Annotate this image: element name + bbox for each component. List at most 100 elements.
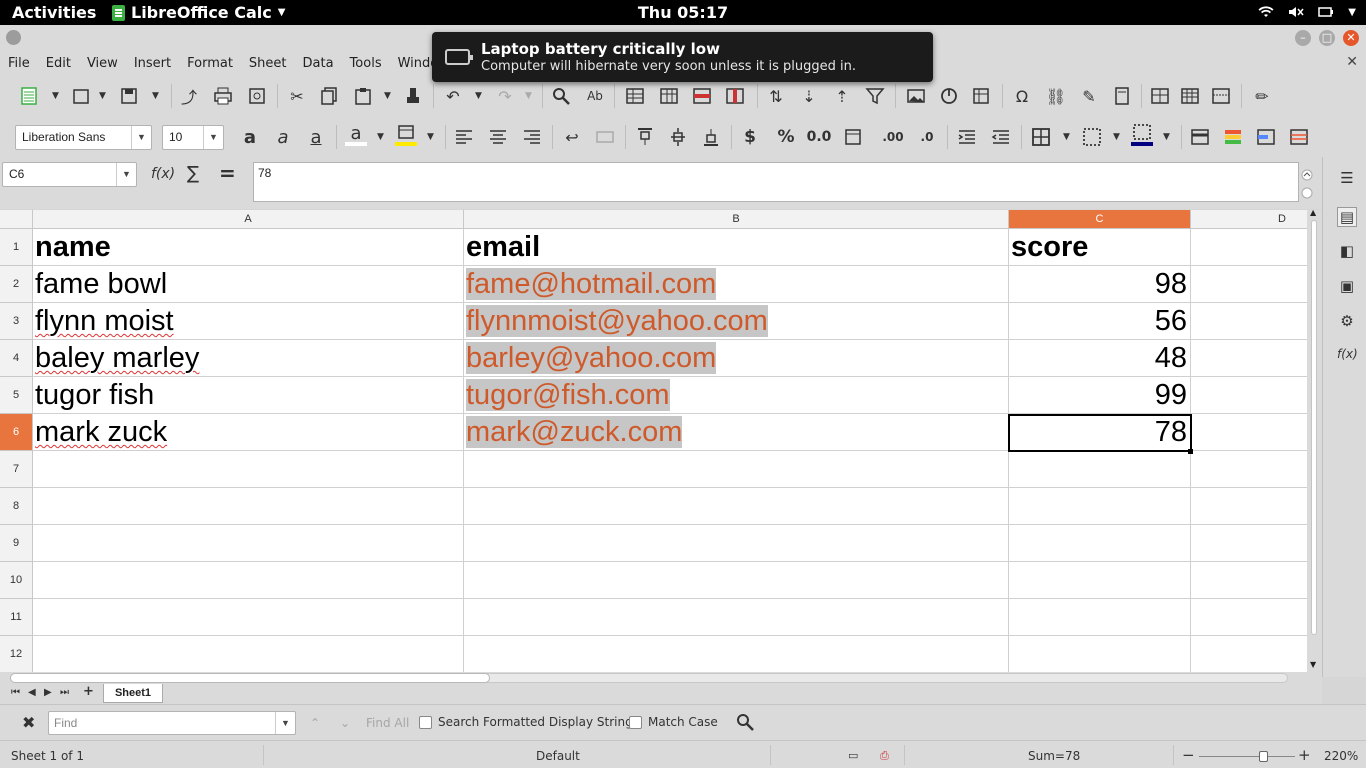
empty-cell[interactable] (1191, 636, 1307, 672)
cut-icon[interactable]: ✂ (286, 85, 308, 107)
align-left-icon[interactable] (453, 126, 475, 148)
chevron-down-icon[interactable]: ▼ (203, 126, 223, 149)
cell-b5[interactable]: tugor@fish.com (464, 377, 1009, 414)
cell-c6[interactable]: 78 (1009, 414, 1191, 451)
increase-indent-icon[interactable] (956, 126, 978, 148)
formula-icon[interactable]: = (219, 161, 236, 185)
row-icon[interactable] (624, 85, 646, 107)
paste-icon[interactable] (352, 85, 374, 107)
spreadsheet-grid[interactable]: A B C D 1 2 3 4 5 6 7 8 9 10 11 12 name … (0, 210, 1307, 672)
add-decimal-icon[interactable]: .00 (882, 126, 904, 148)
find-next-icon[interactable]: ⌄ (340, 716, 350, 730)
delete-row-icon[interactable] (691, 85, 713, 107)
next-sheet-icon[interactable]: ▶ (44, 687, 52, 698)
select-all-corner[interactable] (0, 210, 33, 229)
autofill-handle[interactable] (1188, 449, 1193, 454)
zoom-level[interactable]: 220% (1324, 749, 1358, 763)
cell-d3[interactable] (1191, 303, 1307, 340)
last-sheet-icon[interactable]: ⏭ (60, 687, 69, 698)
column-header-d[interactable]: D (1191, 210, 1307, 229)
delete-decimal-icon[interactable]: .0 (916, 126, 938, 148)
cell-c2[interactable]: 98 (1009, 266, 1191, 303)
delete-column-icon[interactable] (724, 85, 746, 107)
pivot-table-icon[interactable] (971, 85, 993, 107)
sheet-info[interactable]: Sheet 1 of 1 (11, 749, 84, 763)
empty-cell[interactable] (1009, 488, 1191, 525)
font-color-icon[interactable]: a (345, 123, 367, 146)
menu-tools[interactable]: Tools (350, 56, 382, 71)
highlight-color-icon[interactable] (395, 124, 417, 146)
cell-c1[interactable]: score (1009, 229, 1191, 266)
empty-cell[interactable] (464, 562, 1009, 599)
cell-c5[interactable]: 99 (1009, 377, 1191, 414)
empty-cell[interactable] (464, 599, 1009, 636)
row-header[interactable]: 2 (0, 266, 33, 303)
chevron-down-icon[interactable]: ▼ (1163, 132, 1170, 142)
icon-set-icon[interactable] (1288, 126, 1310, 148)
email-link[interactable]: fame@hotmail.com (466, 268, 717, 300)
empty-cell[interactable] (464, 636, 1009, 672)
functions-icon[interactable]: f(x) (1337, 347, 1358, 367)
empty-cell[interactable] (1191, 488, 1307, 525)
scroll-up-icon[interactable]: ▲ (1310, 208, 1316, 217)
row-header[interactable]: 9 (0, 525, 33, 562)
properties-icon[interactable]: ▤ (1337, 207, 1357, 227)
function-wizard-icon[interactable]: f(x) (151, 166, 175, 182)
spelling-icon[interactable]: Ab (584, 85, 606, 107)
horizontal-scrollbar[interactable] (4, 672, 1302, 684)
empty-cell[interactable] (464, 488, 1009, 525)
email-link[interactable]: flynnmoist@yahoo.com (466, 305, 768, 337)
chevron-down-icon[interactable]: ▼ (1063, 132, 1070, 142)
row-header[interactable]: 7 (0, 451, 33, 488)
window-menu-icon[interactable] (6, 30, 21, 45)
chevron-down-icon[interactable]: ▼ (1113, 132, 1120, 142)
styles-icon[interactable]: ◧ (1337, 242, 1357, 262)
sort-descending-icon[interactable]: ⇡ (831, 85, 853, 107)
date-format-icon[interactable] (842, 126, 864, 148)
underline-icon[interactable]: a (305, 126, 327, 148)
cell-d1[interactable] (1191, 229, 1307, 266)
scroll-down-icon[interactable]: ▼ (1310, 660, 1316, 669)
align-bottom-icon[interactable] (700, 126, 722, 148)
find-replace-icon[interactable] (550, 85, 572, 107)
row-header[interactable]: 6 (0, 414, 33, 451)
zoom-slider-knob[interactable] (1259, 751, 1268, 762)
cell-a3[interactable]: flynn moist (33, 303, 464, 340)
name-box[interactable]: C6 ▼ (2, 162, 137, 187)
battery-notification[interactable]: Laptop battery critically low Computer w… (432, 32, 933, 82)
cell-a6[interactable]: mark zuck (33, 414, 464, 451)
cell-b3[interactable]: flynnmoist@yahoo.com (464, 303, 1009, 340)
data-bar-icon[interactable] (1255, 126, 1277, 148)
zoom-slider[interactable] (1199, 756, 1295, 757)
chevron-down-icon[interactable]: ▼ (116, 163, 136, 186)
center-vertically-icon[interactable] (667, 126, 689, 148)
email-link[interactable]: tugor@fish.com (466, 379, 670, 411)
menu-sheet[interactable]: Sheet (249, 56, 287, 71)
menu-edit[interactable]: Edit (46, 56, 71, 71)
chevron-down-icon[interactable]: ▼ (152, 91, 159, 101)
export-pdf-icon[interactable]: ⤴ (178, 85, 200, 107)
currency-format-icon[interactable]: $ (739, 126, 761, 148)
empty-cell[interactable] (1009, 636, 1191, 672)
find-input[interactable]: Find ▼ (48, 711, 296, 735)
checkbox-box[interactable] (419, 715, 432, 729)
menu-format[interactable]: Format (187, 56, 233, 71)
row-header[interactable]: 5 (0, 377, 33, 414)
close-document-icon[interactable]: ✕ (1346, 54, 1358, 70)
page-style[interactable]: Default (536, 749, 580, 763)
cell-b2[interactable]: fame@hotmail.com (464, 266, 1009, 303)
conditional-format-icon[interactable] (1189, 126, 1211, 148)
percent-format-icon[interactable]: % (775, 126, 797, 148)
cell-d5[interactable] (1191, 377, 1307, 414)
clone-formatting-icon[interactable] (402, 85, 424, 107)
cell-d2[interactable] (1191, 266, 1307, 303)
empty-cell[interactable] (1191, 525, 1307, 562)
empty-cell[interactable] (1009, 562, 1191, 599)
align-right-icon[interactable] (521, 126, 543, 148)
column-icon[interactable] (658, 85, 680, 107)
empty-cell[interactable] (33, 562, 464, 599)
add-sheet-icon[interactable]: + (83, 684, 94, 699)
sheet-tab[interactable]: Sheet1 (103, 684, 163, 703)
horizontal-scroll-thumb[interactable] (10, 673, 490, 683)
column-header-a[interactable]: A (33, 210, 464, 229)
